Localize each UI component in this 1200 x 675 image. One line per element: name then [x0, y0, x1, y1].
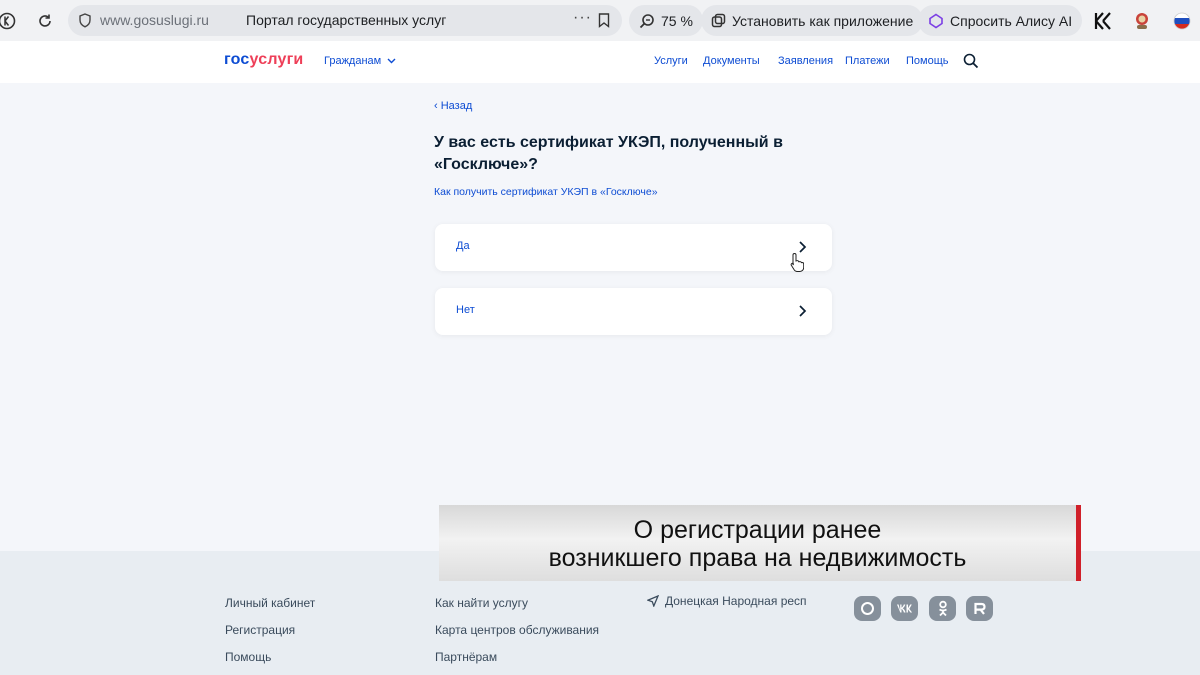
- nav-services[interactable]: Услуги: [654, 55, 688, 67]
- nav-help[interactable]: Помощь: [906, 55, 949, 67]
- audience-dropdown[interactable]: Гражданам: [324, 55, 396, 67]
- video-caption: О регистрации ранее возникшего права на …: [439, 505, 1076, 581]
- browser-toolbar: www.gosuslugi.ru Портал государственных …: [0, 0, 1200, 41]
- address-bar[interactable]: www.gosuslugi.ru Портал государственных …: [68, 5, 622, 36]
- back-link[interactable]: ‹ Назад: [434, 100, 472, 112]
- install-app-button[interactable]: Установить как приложение: [701, 5, 924, 36]
- hand-cursor-icon: [790, 252, 804, 272]
- search-icon[interactable]: [963, 53, 979, 69]
- install-app-icon: [711, 13, 726, 28]
- option-no[interactable]: Нет: [435, 288, 832, 335]
- footer-link-cabinet[interactable]: Личный кабинет: [225, 596, 315, 610]
- question-title: У вас есть сертификат УКЭП, полученный в…: [434, 134, 783, 173]
- location-label: Донецкая Народная респ: [665, 594, 807, 608]
- reload-icon[interactable]: [34, 10, 56, 32]
- bookmark-icon[interactable]: [598, 13, 610, 28]
- alice-icon: [928, 13, 944, 29]
- logo-part-uslugi: услуги: [249, 51, 304, 68]
- chevron-down-icon: [387, 58, 396, 64]
- footer-link-find-service[interactable]: Как найти услугу: [435, 596, 528, 610]
- nav-payments[interactable]: Платежи: [845, 55, 890, 67]
- logo-part-gos: гос: [224, 51, 250, 68]
- location-arrow-icon: [647, 595, 659, 607]
- page-title-text: Портал государственных услуг: [246, 12, 447, 28]
- shield-icon: [79, 13, 91, 28]
- location-selector[interactable]: Донецкая Народная респ: [647, 594, 807, 608]
- footer-link-service-centers[interactable]: Карта центров обслуживания: [435, 623, 599, 637]
- option-yes-label: Да: [456, 240, 470, 252]
- caption-accent-bar: [1076, 505, 1081, 581]
- audience-label: Гражданам: [324, 55, 382, 67]
- rutube-icon[interactable]: [966, 596, 993, 621]
- ask-alice-label: Спросить Алису AI: [950, 12, 1073, 29]
- yandex-icon[interactable]: [0, 10, 18, 32]
- footer-link-registration[interactable]: Регистрация: [225, 623, 295, 637]
- install-app-label: Установить как приложение: [732, 12, 914, 29]
- gosuslugi-logo[interactable]: госуслуги: [224, 51, 303, 69]
- more-icon[interactable]: ···: [573, 9, 592, 27]
- extension-k-icon[interactable]: [1092, 10, 1114, 32]
- zoom-button[interactable]: 75 %: [629, 5, 703, 36]
- zoom-icon: [639, 13, 655, 29]
- option-no-label: Нет: [456, 304, 475, 316]
- nav-applications[interactable]: Заявления: [778, 55, 833, 67]
- ask-alice-button[interactable]: Спросить Алису AI: [918, 5, 1083, 36]
- url-text[interactable]: www.gosuslugi.ru: [100, 12, 209, 28]
- flag-icon[interactable]: [1171, 10, 1193, 32]
- vk-icon[interactable]: [891, 596, 918, 621]
- back-label: Назад: [440, 100, 473, 112]
- help-link[interactable]: Как получить сертификат УКЭП в «Госключе…: [434, 186, 658, 198]
- max-icon[interactable]: [854, 596, 881, 621]
- nav-documents[interactable]: Документы: [703, 55, 760, 67]
- option-yes[interactable]: Да: [435, 224, 832, 271]
- chevron-left-icon: ‹: [434, 100, 441, 112]
- caption-line-2: возникшего права на недвижимость: [548, 544, 967, 572]
- zoom-level: 75 %: [661, 12, 693, 29]
- footer-link-partners[interactable]: Партнёрам: [435, 650, 497, 664]
- site-header: госуслуги Гражданам Услуги Документы Зая…: [0, 41, 1200, 83]
- extension-avatar-icon[interactable]: [1131, 10, 1153, 32]
- caption-line-1: О регистрации ранее: [633, 516, 882, 544]
- ok-icon[interactable]: [929, 596, 956, 621]
- chevron-right-icon: [799, 305, 807, 317]
- footer-link-help[interactable]: Помощь: [225, 650, 271, 664]
